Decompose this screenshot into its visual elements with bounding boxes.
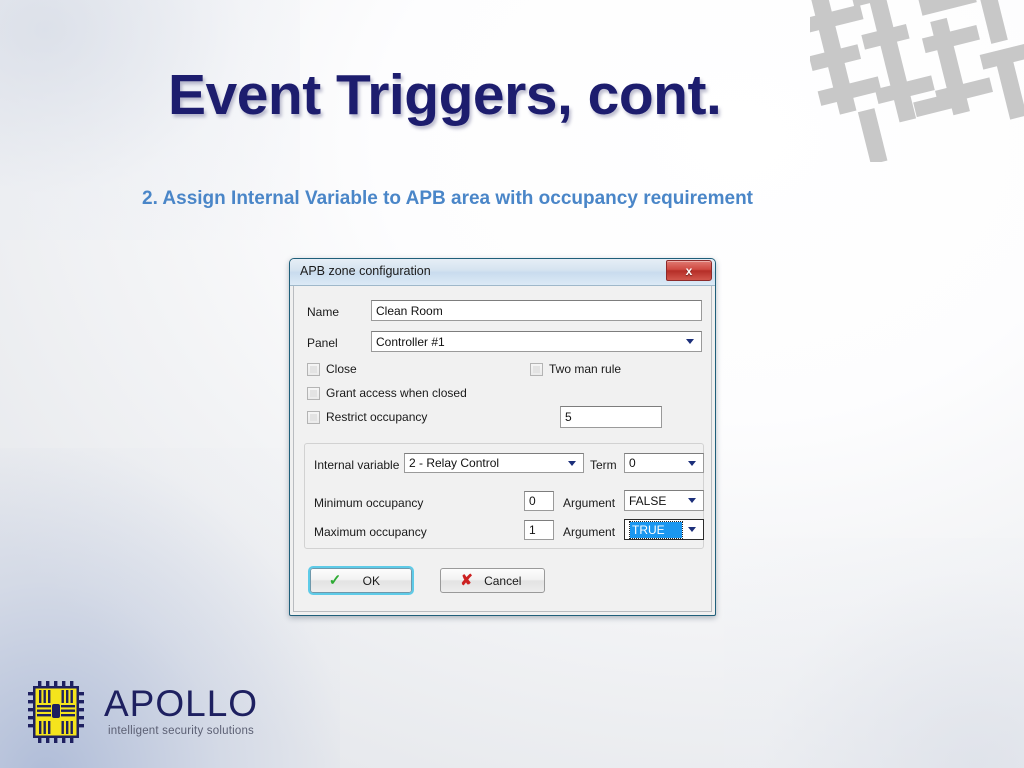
name-input[interactable]: Clean Room <box>371 300 702 321</box>
apollo-tagline: intelligent security solutions <box>108 725 254 737</box>
chip-icon <box>28 681 84 743</box>
panel-dropdown[interactable]: Controller #1 <box>371 331 702 352</box>
chevron-down-icon <box>683 498 700 503</box>
maximum-argument-dropdown[interactable]: TRUE <box>624 519 704 540</box>
dialog-title: APB zone configuration <box>300 264 431 278</box>
apb-zone-configuration-dialog: APB zone configuration x Name Clean Room… <box>289 258 716 616</box>
maximum-occupancy-label: Maximum occupancy <box>314 525 427 539</box>
chevron-down-icon <box>681 339 698 344</box>
page-title: Event Triggers, cont. <box>168 63 722 127</box>
internal-variable-label: Internal variable <box>314 458 400 472</box>
minimum-argument-dropdown[interactable]: FALSE <box>624 490 704 511</box>
apollo-logo: APOLLO intelligent security solutions <box>28 681 257 747</box>
chevron-down-icon <box>683 460 700 466</box>
chevron-down-icon <box>683 527 700 532</box>
slide-canvas: Event Triggers, cont. 2. Assign Internal… <box>0 0 1024 768</box>
checkbox-grant-access-label: Grant access when closed <box>326 386 467 400</box>
checkbox-grant-access-when-closed[interactable]: Grant access when closed <box>307 386 467 400</box>
checkbox-two-man-rule-box <box>530 362 543 376</box>
internal-variable-dropdown[interactable]: 2 - Relay Control <box>404 453 584 473</box>
cancel-button[interactable]: ✘ Cancel <box>440 568 545 593</box>
term-dropdown[interactable]: 0 <box>624 453 704 473</box>
checkbox-close[interactable]: Close <box>307 362 357 376</box>
chevron-down-icon <box>563 460 580 466</box>
maximum-argument-dropdown-value: TRUE <box>629 520 683 539</box>
checkbox-grant-access-box <box>307 386 320 400</box>
checkbox-two-man-rule-label: Two man rule <box>549 362 622 376</box>
name-label: Name <box>307 305 340 319</box>
maximum-argument-label: Argument <box>563 525 616 539</box>
close-icon[interactable]: x <box>666 260 712 281</box>
minimum-argument-dropdown-value: FALSE <box>629 493 667 508</box>
minimum-occupancy-input[interactable]: 0 <box>524 491 554 511</box>
ok-button-label: OK <box>362 573 380 588</box>
term-dropdown-value: 0 <box>629 456 636 470</box>
ok-button[interactable]: ✓ OK <box>308 566 414 595</box>
internal-variable-dropdown-value: 2 - Relay Control <box>409 456 500 470</box>
cancel-button-label: Cancel <box>484 573 522 588</box>
apollo-wordmark: APOLLO <box>104 683 259 724</box>
checkbox-restrict-occupancy[interactable]: Restrict occupancy <box>307 410 427 424</box>
dialog-body: Name Clean Room Panel Controller #1 Clos… <box>293 286 712 612</box>
dialog-titlebar[interactable]: APB zone configuration x <box>290 259 715 286</box>
check-icon: ✓ <box>328 572 342 589</box>
panel-dropdown-value: Controller #1 <box>376 334 445 349</box>
checkbox-restrict-occupancy-label: Restrict occupancy <box>326 410 428 424</box>
checkbox-close-label: Close <box>326 362 357 376</box>
cross-icon: ✘ <box>460 572 473 589</box>
panel-label: Panel <box>307 336 338 350</box>
minimum-argument-label: Argument <box>563 496 616 510</box>
checkbox-close-box <box>307 362 320 376</box>
circuit-watermark-decoration <box>810 0 1024 162</box>
maximum-occupancy-input[interactable]: 1 <box>524 520 554 540</box>
slide-bullet-text: 2. Assign Internal Variable to APB area … <box>142 188 753 209</box>
checkbox-restrict-occupancy-box <box>307 410 320 424</box>
minimum-occupancy-label: Minimum occupancy <box>314 496 424 510</box>
term-label: Term <box>590 458 617 472</box>
restrict-occupancy-input[interactable]: 5 <box>560 406 662 428</box>
close-icon-glyph: x <box>685 263 693 278</box>
background-tint-bottom-right <box>724 538 1024 768</box>
checkbox-two-man-rule[interactable]: Two man rule <box>530 362 621 376</box>
